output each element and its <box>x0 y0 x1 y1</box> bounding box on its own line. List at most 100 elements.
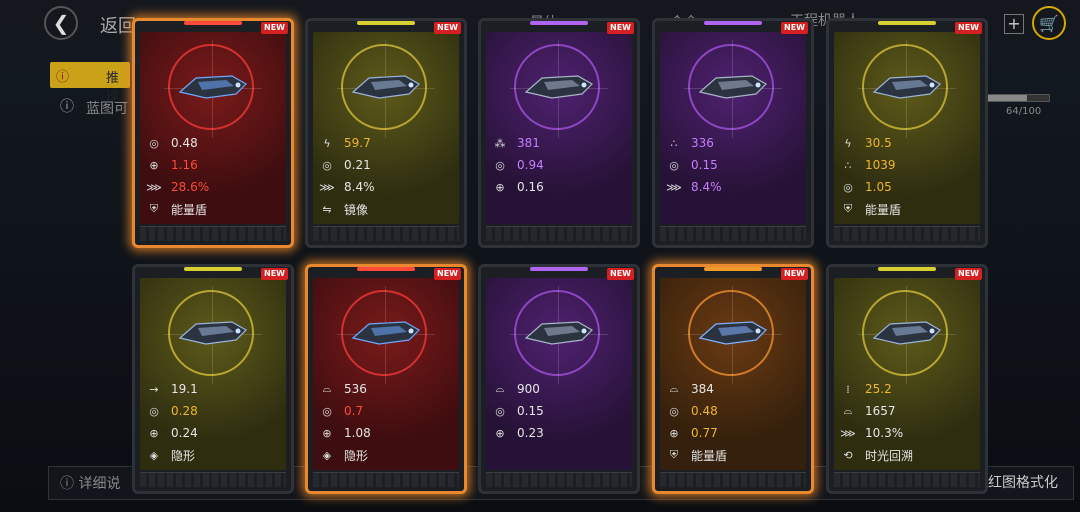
missile-volley-icon: ⋙ <box>840 426 856 440</box>
shopping-cart-icon[interactable]: 🛒 <box>1032 6 1066 40</box>
new-badge: NEW <box>434 268 461 280</box>
back-button[interactable]: ❮ <box>44 6 78 40</box>
stat-value: 336 <box>691 136 714 150</box>
stat-row: ◎ 0.94 <box>492 154 626 176</box>
stat-value: 1039 <box>865 158 896 172</box>
card-base <box>313 226 459 241</box>
stat-row: ◈ 隐形 <box>319 444 453 466</box>
stat-row: ⛨ 能量盾 <box>146 198 280 220</box>
blueprint-card[interactable]: ϟ 59.7 ◎ 0.21 ⋙ 8.4% ⇋ 镜像 NEW <box>305 18 467 248</box>
ship-icon <box>524 321 593 345</box>
lightning-icon: ϟ <box>323 136 331 150</box>
new-badge: NEW <box>434 22 461 34</box>
crosshair-icon: ⊕ <box>149 158 159 172</box>
stat-value: 30.5 <box>865 136 892 150</box>
blueprint-card[interactable]: → 19.1 ◎ 0.28 ⊕ 0.24 ◈ 隐形 NEW <box>132 264 294 494</box>
stat-value: 0.16 <box>517 180 544 194</box>
info-icon: ⓘ <box>60 99 74 115</box>
stat-row: ⌓ 1657 <box>840 400 974 422</box>
rarity-bar <box>357 21 415 25</box>
stat-value: 10.3% <box>865 426 904 440</box>
new-badge: NEW <box>955 22 982 34</box>
stat-row: ⊕ 0.16 <box>492 176 626 198</box>
crosshair-icon: ⊕ <box>495 180 505 194</box>
blueprint-card[interactable]: ϟ 30.5 ∴ 1039 ◎ 1.05 ⛨ 能量盾 NEW <box>826 18 988 248</box>
stat-row: ⛨ 能量盾 <box>840 198 974 220</box>
target-circle-icon: ◎ <box>495 158 505 172</box>
stat-list: ◎ 0.48 ⊕ 1.16 ⋙ 28.6% ⛨ 能量盾 <box>146 132 280 220</box>
stat-value: 0.23 <box>517 426 544 440</box>
alert-icon: ⓘ <box>56 70 70 85</box>
rarity-bar <box>184 21 242 25</box>
card-base <box>486 226 632 241</box>
stat-value: 384 <box>691 382 714 396</box>
stat-value: 0.28 <box>171 404 198 418</box>
triple-dot-icon: ∴ <box>844 158 852 172</box>
card-panel: → 19.1 ◎ 0.28 ⊕ 0.24 ◈ 隐形 <box>140 278 286 470</box>
stat-value: 0.94 <box>517 158 544 172</box>
card-panel: ⌓ 384 ◎ 0.48 ⊕ 0.77 ⛨ 能量盾 <box>660 278 806 470</box>
target-circle-icon: ◎ <box>322 404 332 418</box>
stat-value: 能量盾 <box>171 202 208 217</box>
target-circle-icon: ◎ <box>843 180 853 194</box>
stat-value: 能量盾 <box>865 202 902 217</box>
stat-value: 1657 <box>865 404 896 418</box>
format-blueprint-button[interactable]: 红图格式化 <box>988 472 1058 492</box>
shield-icon: ⛨ <box>149 202 159 215</box>
stat-row: ∴ 1039 <box>840 154 974 176</box>
stat-row: ⁞ 25.2 <box>840 378 974 400</box>
stat-value: 0.15 <box>517 404 544 418</box>
blueprint-card[interactable]: ⌓ 384 ◎ 0.48 ⊕ 0.77 ⛨ 能量盾 NEW <box>652 264 814 494</box>
blueprint-card[interactable]: ◎ 0.48 ⊕ 1.16 ⋙ 28.6% ⛨ 能量盾 NEW <box>132 18 294 248</box>
blueprint-card[interactable]: ⌓ 536 ◎ 0.7 ⊕ 1.08 ◈ 隐形 NEW <box>305 264 467 494</box>
shield-icon: ⛨ <box>843 202 853 215</box>
stat-value: 1.08 <box>344 426 371 440</box>
blueprint-card[interactable]: ∴ 336 ◎ 0.15 ⋙ 8.4% NEW <box>652 18 814 248</box>
card-base <box>660 226 806 241</box>
stat-value: 1.05 <box>865 180 892 194</box>
new-badge: NEW <box>607 22 634 34</box>
cloak-icon: ◈ <box>322 448 332 462</box>
stat-row: ◎ 0.15 <box>492 400 626 422</box>
stat-row: ◎ 0.28 <box>146 400 280 422</box>
stat-row: ⌓ 536 <box>319 378 453 400</box>
bottom-left-text: 详细说 <box>78 476 121 492</box>
shield-icon: ⛨ <box>669 448 679 461</box>
stat-value: 28.6% <box>171 180 210 194</box>
stat-row: ◎ 0.21 <box>319 154 453 176</box>
stat-row: ⌓ 900 <box>492 378 626 400</box>
missile-volley-icon: ⋙ <box>319 180 335 194</box>
stat-row: ⋙ 10.3% <box>840 422 974 444</box>
stat-row: ⋙ 8.4% <box>666 176 800 198</box>
stat-list: → 19.1 ◎ 0.28 ⊕ 0.24 ◈ 隐形 <box>146 378 280 466</box>
triple-dot-icon: ∴ <box>670 136 678 150</box>
stat-row: ◎ 0.7 <box>319 400 453 422</box>
add-button[interactable]: + <box>1004 14 1024 34</box>
stat-value: 19.1 <box>171 382 198 396</box>
stat-list: ⁂ 381 ◎ 0.94 ⊕ 0.16 <box>492 132 626 198</box>
cloak-icon: ◈ <box>149 448 159 462</box>
blueprint-card[interactable]: ⌓ 900 ◎ 0.15 ⊕ 0.23 NEW <box>478 264 640 494</box>
blueprint-card[interactable]: ⁞ 25.2 ⌓ 1657 ⋙ 10.3% ⟲ 时光回溯 NEW <box>826 264 988 494</box>
stat-list: ∴ 336 ◎ 0.15 ⋙ 8.4% <box>666 132 800 198</box>
collection-progress-bar <box>986 94 1050 102</box>
crosshair-icon: ⊕ <box>495 426 505 440</box>
back-label[interactable]: 返回 <box>100 12 136 38</box>
stat-list: ⌓ 536 ◎ 0.7 ⊕ 1.08 ◈ 隐形 <box>319 378 453 466</box>
warning-tab[interactable]: ⓘ 推理 <box>50 62 130 105</box>
bottom-info[interactable]: ⓘ 详细说 <box>60 473 120 493</box>
card-panel: ⁂ 381 ◎ 0.94 ⊕ 0.16 <box>486 32 632 224</box>
target-circle-icon: ◎ <box>669 158 679 172</box>
card-panel: ∴ 336 ◎ 0.15 ⋙ 8.4% <box>660 32 806 224</box>
stat-row: ⁂ 381 <box>492 132 626 154</box>
rarity-bar <box>704 21 762 25</box>
blueprint-card[interactable]: ⁂ 381 ◎ 0.94 ⊕ 0.16 NEW <box>478 18 640 248</box>
stat-row: ⌓ 384 <box>666 378 800 400</box>
stat-list: ⌓ 384 ◎ 0.48 ⊕ 0.77 ⛨ 能量盾 <box>666 378 800 466</box>
collection-progress-text: 64/100 <box>1006 106 1042 117</box>
stat-row: ⊕ 1.08 <box>319 422 453 444</box>
card-base <box>660 472 806 487</box>
rarity-bar <box>704 267 762 271</box>
radar-dome-icon: ⌓ <box>843 404 853 417</box>
info-text: 蓝图可 <box>86 101 128 117</box>
